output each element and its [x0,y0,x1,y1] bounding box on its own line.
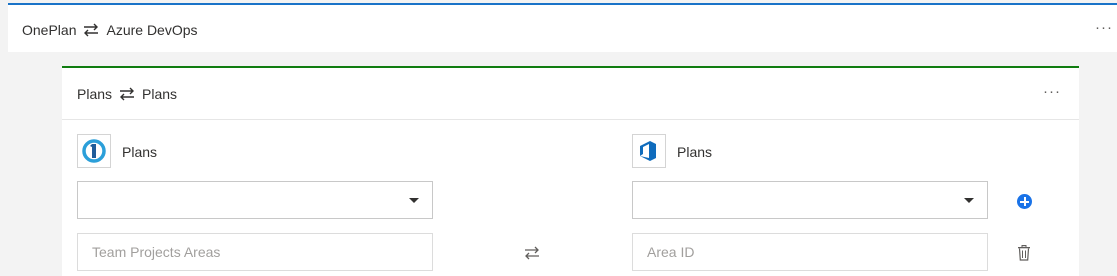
swap-arrows-icon [84,23,99,37]
oneplan-logo-icon [77,134,111,168]
trash-icon[interactable] [1017,245,1031,261]
more-options-icon[interactable]: ··· [1095,19,1113,36]
swap-mapping-icon[interactable] [523,246,541,260]
card-more-options-icon[interactable]: ··· [1043,83,1061,100]
swap-arrows-icon [120,87,135,101]
chevron-down-icon [409,198,419,203]
add-mapping-button[interactable] [1017,194,1032,209]
card-title: Plans Plans [77,86,177,102]
oneplan-logo-graphic [82,139,106,163]
right-panel-label: Plans [677,144,713,160]
azure-devops-logo-graphic [640,141,656,161]
team-projects-areas-field[interactable] [77,233,433,271]
azure-devops-logo-icon [632,134,666,168]
outer-left-label: OnePlan [22,22,77,38]
mapping-card: Plans Plans ··· Plans Plans [62,66,1079,276]
right-select-dropdown[interactable] [632,181,988,219]
left-panel-label: Plans [122,144,158,160]
outer-title: OnePlan Azure DevOps [22,22,198,38]
outer-header: OnePlan Azure DevOps ··· [8,3,1117,52]
card-left-label: Plans [77,86,113,102]
card-right-label: Plans [142,86,178,102]
left-select-dropdown[interactable] [77,181,433,219]
chevron-down-icon [964,198,974,203]
outer-right-label: Azure DevOps [106,22,198,38]
card-header: Plans Plans ··· [62,68,1079,120]
area-id-field[interactable] [632,233,988,271]
